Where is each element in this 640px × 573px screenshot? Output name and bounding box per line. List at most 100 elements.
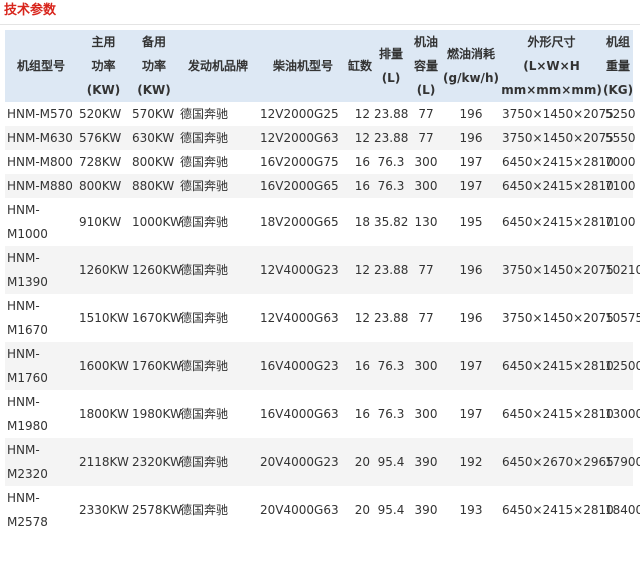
cell-fuel-consumption: 196 [442, 102, 500, 126]
cell-engine-brand: 德国奔驰 [178, 198, 258, 246]
table-row: HNM- M1000 910KW 1000KW 德国奔驰 18V2000G65 18 35.8… [5, 198, 636, 246]
section-title: 技术参数 [4, 3, 57, 18]
table-row: HNM- M1670 1510KW 1670KW 德国奔驰 12V4000G63 12 23.… [5, 294, 640, 342]
cell-oil-capacity: 77 [410, 246, 442, 294]
table-row: HNM-M630 576KW 630KW 德国奔驰 12V2000G63 12 23.88 7… [5, 126, 636, 150]
cell-standby-power: 1260KW [130, 246, 182, 294]
title-divider [0, 24, 640, 25]
model-suffix: M1760 [7, 371, 48, 385]
header-text: 机组 [605, 35, 630, 49]
cell-engine-brand: 德国奔驰 [178, 246, 258, 294]
cell-prime-power: 2118KW [77, 438, 130, 486]
cell-model: HNM-M880 [5, 174, 77, 198]
table-body: HNM-M570 520KW 570KW 德国奔驰 12V2000G25 12 23.88 7… [5, 102, 640, 534]
cell-engine-model: 16V2000G75 [258, 150, 348, 174]
table-row: HNM- M1980 1800KW 1980KW 德国奔驰 16V4000G63 16 76.… [5, 390, 640, 438]
cell-engine-brand: 德国奔驰 [178, 438, 258, 486]
cell-weight: 12500 [603, 342, 640, 390]
cell-weight: 10210 [603, 246, 640, 294]
header-text: 主用 [91, 35, 116, 49]
model-suffix: M2320 [7, 467, 48, 481]
cell-engine-brand: 德国奔驰 [178, 174, 258, 198]
cell-dimensions: 3750×1450×2075 [500, 102, 614, 126]
header-text: mm×mm×mm) [501, 83, 602, 97]
cell-prime-power: 576KW [77, 126, 130, 150]
header-row: 机组型号 主用 功率 (KW) 备用 功率 (KW) 发动机品牌 柴油机型号 缸数 排量 (L) 机油容… [5, 30, 633, 102]
cell-standby-power: 2320KW [130, 438, 182, 486]
cell-dimensions: 3750×1450×2075 [500, 246, 614, 294]
cell-model: HNM- M1000 [5, 198, 77, 246]
header-text: (g/kw/h) [443, 71, 499, 85]
cell-oil-capacity: 77 [410, 294, 442, 342]
cell-standby-power: 630KW [130, 126, 178, 150]
model-suffix: M1670 [7, 323, 48, 337]
header-text: 备用 [141, 35, 166, 49]
table-row: HNM- M2320 2118KW 2320KW 德国奔驰 20V4000G23 20 95.… [5, 438, 640, 486]
header-text: 功率 [91, 59, 116, 73]
model-prefix: HNM- [7, 347, 40, 361]
cell-displacement: 76.3 [372, 342, 410, 390]
cell-dimensions: 6450×2670×2965 [500, 438, 614, 486]
cell-engine-model: 16V2000G65 [258, 174, 348, 198]
cell-model: HNM- M1980 [5, 390, 77, 438]
cell-fuel-consumption: 197 [442, 342, 500, 390]
cell-cylinders: 16 [348, 390, 372, 438]
cell-engine-model: 12V2000G25 [258, 102, 348, 126]
header-col-weight: 机组 重量 (KG) [603, 30, 633, 102]
model-prefix: HNM- [7, 491, 40, 505]
header-col-cylinders: 缸数 [348, 30, 372, 102]
header-text: 容量 [413, 59, 438, 73]
cell-displacement: 76.3 [372, 150, 410, 174]
cell-weight: 7100 [603, 174, 636, 198]
cell-prime-power: 1260KW [77, 246, 130, 294]
header-col-prime-power: 主用功率 (KW) [77, 30, 130, 102]
cell-prime-power: 728KW [77, 150, 130, 174]
cell-engine-brand: 德国奔驰 [178, 390, 258, 438]
cell-engine-model: 20V4000G23 [258, 438, 348, 486]
model-prefix: HNM- [7, 251, 40, 265]
cell-fuel-consumption: 197 [442, 390, 500, 438]
cell-weight: 13000 [603, 390, 640, 438]
cell-dimensions: 6450×2415×2810 [500, 174, 614, 198]
cell-cylinders: 12 [348, 102, 372, 126]
cell-cylinders: 20 [348, 438, 372, 486]
cell-engine-brand: 德国奔驰 [178, 486, 258, 534]
cell-displacement: 23.88 [372, 126, 410, 150]
header-col-fuel-consumption: 燃油消耗 (g/kw/h) [442, 30, 500, 102]
cell-fuel-consumption: 195 [442, 198, 500, 246]
cell-standby-power: 800KW [130, 150, 178, 174]
cell-standby-power: 1760KW [130, 342, 182, 390]
model-prefix: HNM- [7, 443, 40, 457]
cell-dimensions: 6450×2415×2810 [500, 150, 614, 174]
cell-prime-power: 1800KW [77, 390, 130, 438]
header-text: (L×W×H [523, 59, 580, 73]
header-text: 外形尺寸 [527, 35, 576, 49]
header-col-model: 机组型号 [5, 30, 77, 102]
cell-weight: 5250 [603, 102, 636, 126]
cell-oil-capacity: 390 [410, 486, 442, 534]
cell-fuel-consumption: 197 [442, 174, 500, 198]
cell-engine-brand: 德国奔驰 [178, 126, 258, 150]
cell-engine-model: 12V2000G63 [258, 126, 348, 150]
cell-model: HNM-M800 [5, 150, 77, 174]
cell-prime-power: 2330KW [77, 486, 130, 534]
cell-cylinders: 12 [348, 246, 372, 294]
cell-fuel-consumption: 196 [442, 294, 500, 342]
header-text: 重量 [605, 59, 630, 73]
cell-engine-brand: 德国奔驰 [178, 150, 258, 174]
cell-weight: 18400 [603, 486, 640, 534]
header-text: (KW) [86, 83, 121, 97]
model-suffix: M2578 [7, 515, 48, 529]
cell-fuel-consumption: 197 [442, 150, 500, 174]
table-row: HNM-M880 800KW 880KW 德国奔驰 16V2000G65 16 76.3 30… [5, 174, 636, 198]
model-suffix: M1390 [7, 275, 48, 289]
cell-displacement: 23.88 [372, 246, 410, 294]
cell-dimensions: 6450×2415×2810 [500, 390, 614, 438]
cell-dimensions: 3750×1450×2075 [500, 126, 614, 150]
cell-fuel-consumption: 196 [442, 246, 500, 294]
header-text: 机油 [413, 35, 438, 49]
cell-standby-power: 2578KW [130, 486, 182, 534]
model-suffix: M1000 [7, 227, 48, 241]
spec-table: 机组型号 主用 功率 (KW) 备用 功率 (KW) 发动机品牌 柴油机型号 缸数 排量 (L) 机油容… [5, 30, 640, 534]
cell-cylinders: 20 [348, 486, 372, 534]
